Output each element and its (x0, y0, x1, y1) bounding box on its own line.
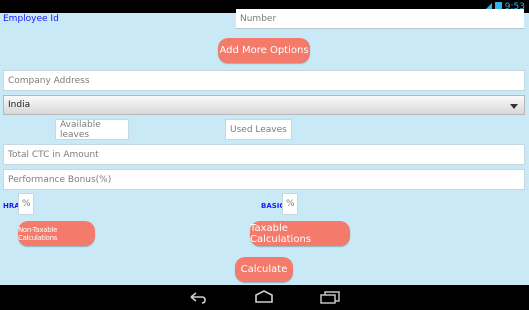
available-leaves-input[interactable]: Available leaves (55, 119, 129, 140)
country-select[interactable]: India (3, 95, 525, 115)
navigation-bar (0, 285, 529, 310)
recents-icon[interactable] (318, 288, 342, 306)
employee-id-label: Employee Id (3, 14, 59, 24)
country-selected-value: India (8, 100, 31, 110)
calculate-button[interactable]: Calculate (235, 257, 293, 282)
used-leaves-input[interactable]: Used Leaves (225, 119, 292, 140)
total-ctc-placeholder: Total CTC in Amount (8, 149, 99, 160)
basic-label: BASIC (261, 202, 285, 210)
hra-input[interactable]: % (18, 193, 34, 215)
performance-bonus-input[interactable]: Performance Bonus(%) (3, 169, 525, 190)
available-leaves-placeholder: Available leaves (60, 119, 101, 140)
non-taxable-calculations-button[interactable]: Non-Taxable Calculations (18, 221, 95, 246)
company-address-input[interactable]: Company Address (3, 70, 525, 91)
basic-unit: % (286, 199, 295, 209)
dropdown-caret-icon (510, 104, 518, 109)
back-icon[interactable] (186, 288, 210, 306)
taxable-calculations-button[interactable]: Taxable Calculations (250, 221, 350, 246)
employee-id-input[interactable]: Number (236, 9, 524, 29)
used-leaves-placeholder: Used Leaves (230, 124, 287, 135)
performance-bonus-placeholder: Performance Bonus(%) (8, 174, 112, 185)
home-icon[interactable] (252, 288, 276, 306)
company-address-placeholder: Company Address (8, 75, 90, 86)
add-more-options-button[interactable]: Add More Options (218, 38, 310, 63)
total-ctc-input[interactable]: Total CTC in Amount (3, 144, 525, 165)
employee-id-placeholder: Number (240, 13, 277, 24)
hra-unit: % (22, 199, 31, 209)
basic-input[interactable]: % (282, 193, 298, 215)
